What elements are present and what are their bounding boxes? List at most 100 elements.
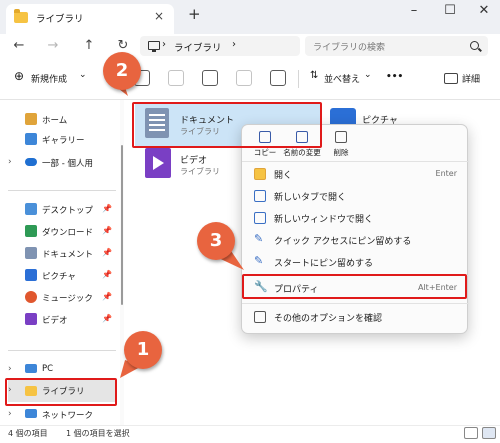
cloud-icon [25, 158, 37, 166]
menu-item-pin-start[interactable]: ✎ スタートにピン留めする [246, 251, 465, 273]
tiles-view-icon[interactable] [482, 427, 496, 439]
sidebar-item-music[interactable]: ミュージック 📌 [8, 288, 116, 308]
sidebar-item-downloads[interactable]: ダウンロード 📌 [8, 222, 116, 242]
home-icon [25, 113, 37, 125]
search-icon [470, 41, 479, 50]
quick-action-label: 削除 [333, 148, 349, 157]
callout-step-1: 1 [124, 331, 162, 369]
expand-chevron-icon[interactable]: › [8, 157, 12, 167]
pin-icon: 📌 [102, 270, 112, 279]
details-button[interactable]: 詳細 [462, 72, 480, 85]
callout-step-2: 2 [103, 52, 141, 90]
desktop-icon [25, 203, 37, 215]
sidebar-item-label: ダウンロード [42, 228, 94, 238]
new-tab-icon [254, 190, 266, 202]
menu-item-label: 新しいタブで開く [274, 193, 347, 203]
new-tab-button[interactable]: + [188, 7, 201, 22]
sort-chevron-icon: ⌄ [364, 70, 372, 80]
item-subtitle: ライブラリ [180, 167, 220, 176]
sidebar-item-pc[interactable]: › PC [8, 360, 116, 380]
gallery-icon [25, 133, 37, 145]
sidebar-item-label: 一部 - 個人用 [42, 159, 93, 169]
pictures-icon [25, 269, 37, 281]
up-button[interactable]: ↑ [80, 37, 98, 55]
new-chevron-icon: ⌄ [79, 70, 87, 80]
menu-item-pin-quick-access[interactable]: ✎ クイック アクセスにピン留めする [246, 229, 465, 251]
sidebar-item-documents[interactable]: ドキュメント 📌 [8, 244, 116, 264]
minimize-button[interactable]: – [404, 3, 424, 18]
menu-item-open-new-tab[interactable]: 新しいタブで開く [246, 185, 465, 207]
sidebar-item-videos[interactable]: ビデオ 📌 [8, 310, 116, 330]
sidebar-item-label: ピクチャ [42, 272, 76, 282]
tab-close-button[interactable]: × [154, 9, 164, 23]
videos-icon [25, 313, 37, 325]
folder-icon [14, 9, 28, 23]
details-pane-icon [444, 73, 458, 84]
delete-icon [335, 131, 347, 143]
details-view-icon[interactable] [464, 427, 478, 439]
sidebar-item-label: ビデオ [42, 316, 68, 326]
close-button[interactable]: ✕ [474, 3, 494, 18]
sidebar-item-label: ギャラリー [42, 136, 85, 146]
sidebar-item-pictures[interactable]: ピクチャ 📌 [8, 266, 116, 286]
status-item-count: 4 個の項目 [8, 429, 48, 438]
expand-chevron-icon[interactable]: › [8, 409, 12, 419]
sidebar-item-desktop[interactable]: デスクトップ 📌 [8, 200, 116, 220]
sidebar-item-label: ミュージック [42, 294, 93, 304]
highlight-properties [242, 274, 467, 299]
status-selected-count: 1 個の項目を選択 [66, 429, 130, 438]
sort-button[interactable]: 並べ替え [324, 72, 360, 85]
expand-chevron-icon[interactable]: › [8, 364, 12, 374]
menu-separator [242, 303, 469, 304]
new-window-icon [254, 212, 266, 224]
highlight-documents [132, 102, 322, 148]
menu-separator [242, 161, 469, 162]
sidebar-item-gallery[interactable]: ギャラリー [8, 130, 116, 150]
menu-item-open[interactable]: 開く Enter [246, 163, 465, 185]
pin-icon: 📌 [102, 248, 112, 257]
search-box[interactable]: ライブラリの検索 [305, 36, 488, 56]
paste-icon[interactable] [168, 70, 184, 86]
maximize-button[interactable]: ☐ [440, 3, 460, 18]
delete-icon[interactable] [270, 70, 286, 86]
toolbar-separator [298, 70, 299, 88]
tab-library[interactable]: ライブラリ × [6, 4, 174, 34]
more-options-icon [254, 311, 266, 323]
sidebar-divider [8, 190, 116, 191]
more-button[interactable]: ••• [386, 72, 403, 82]
sidebar-divider [8, 350, 116, 351]
sidebar-item-network[interactable]: › ネットワーク [8, 405, 116, 425]
sidebar-item-onedrive[interactable]: › 一部 - 個人用 [8, 153, 116, 173]
pin-icon: 📌 [102, 226, 112, 235]
context-delete-button[interactable]: 削除 [322, 129, 360, 159]
menu-item-more-options[interactable]: その他のオプションを確認 [246, 306, 465, 328]
sidebar-item-label: ネットワーク [42, 411, 94, 421]
menu-item-open-new-window[interactable]: 新しいウィンドウで開く [246, 207, 465, 229]
sidebar-item-label: デスクトップ [42, 206, 94, 216]
menu-item-label: スタートにピン留めする [274, 259, 374, 269]
menu-item-label: その他のオプションを確認 [274, 314, 383, 324]
download-icon [25, 225, 37, 237]
quick-action-label: 名前の変更 [283, 148, 321, 157]
address-chevron: › [162, 39, 166, 50]
back-button[interactable]: ← [10, 37, 28, 55]
address-path[interactable]: ライブラリ [174, 40, 222, 54]
sidebar-item-home[interactable]: ホーム [8, 110, 116, 130]
pin-icon: 📌 [102, 314, 112, 323]
menu-item-label: 開く [274, 171, 293, 181]
address-bar[interactable]: › ライブラリ › [140, 36, 300, 56]
pin-icon: 📌 [102, 292, 112, 301]
sidebar-item-label: ホーム [42, 116, 68, 126]
rename-icon[interactable] [202, 70, 218, 86]
forward-button[interactable]: → [44, 37, 62, 55]
menu-item-label: クイック アクセスにピン留めする [274, 237, 412, 247]
open-folder-icon [254, 168, 266, 180]
sidebar-scroll-thumb[interactable] [121, 145, 123, 305]
address-path-chevron[interactable]: › [232, 39, 236, 50]
highlight-library [5, 378, 117, 406]
pin-icon: ✎ [254, 232, 264, 245]
share-icon[interactable] [236, 70, 252, 86]
search-input[interactable]: ライブラリの検索 [313, 40, 385, 53]
menu-item-label: 新しいウィンドウで開く [274, 215, 374, 225]
new-button[interactable]: 新規作成 [31, 72, 67, 85]
